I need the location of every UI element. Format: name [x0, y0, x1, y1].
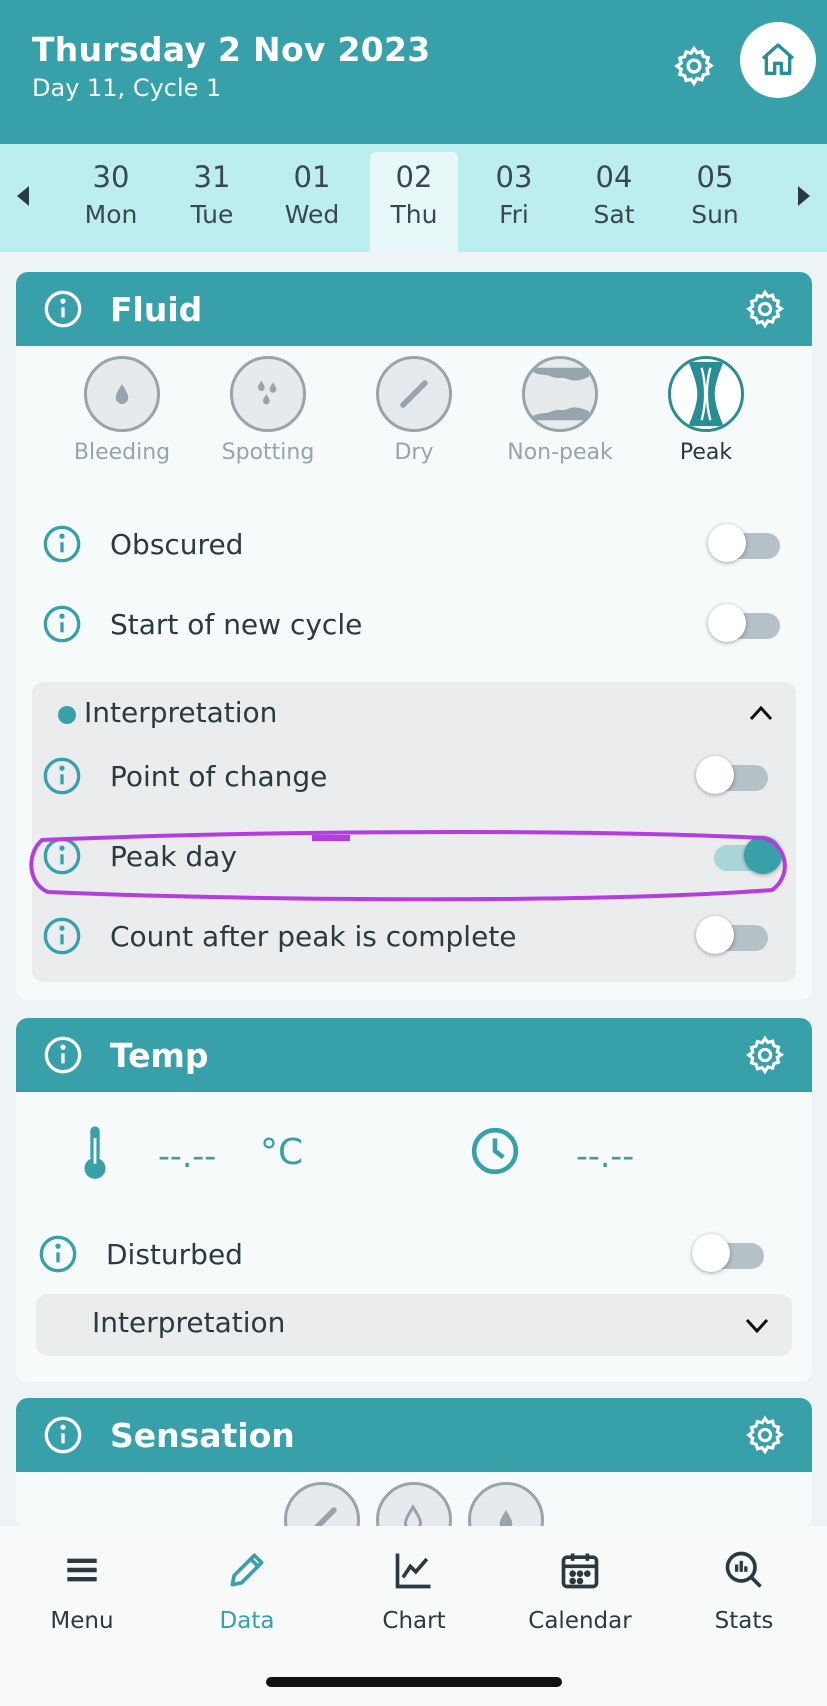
gear-icon[interactable]: [744, 288, 786, 330]
info-icon[interactable]: [42, 756, 82, 796]
info-icon[interactable]: [42, 524, 82, 564]
sensation-option-dry[interactable]: [284, 1482, 360, 1528]
new-cycle-label: Start of new cycle: [110, 608, 363, 641]
obscured-toggle[interactable]: [708, 524, 782, 562]
highlight-annotation: [29, 830, 787, 902]
home-indicator: [266, 1677, 562, 1687]
fluid-options: Bleeding Spotting Dry Non-peak Peak: [16, 346, 812, 486]
calendar-icon: [561, 1553, 599, 1589]
temp-interpretation-panel[interactable]: Interpretation: [36, 1294, 792, 1356]
app-header: Thursday 2 Nov 2023 Day 11, Cycle 1: [0, 0, 827, 144]
day-item[interactable]: 01 Wed: [268, 152, 356, 252]
temp-entry-row: --.-- °C --.--: [16, 1092, 812, 1222]
peak-icon: [688, 361, 724, 427]
thermometer-icon: [84, 1126, 106, 1179]
drop-icon: [115, 384, 129, 404]
prev-week-arrow[interactable]: [17, 186, 29, 206]
temp-value[interactable]: --.--: [158, 1136, 216, 1175]
nav-calendar[interactable]: Calendar: [510, 1548, 650, 1634]
day-item[interactable]: 31 Tue: [168, 152, 256, 252]
chart-icon: [395, 1553, 431, 1589]
fluid-option-non-peak[interactable]: Non-peak: [490, 356, 630, 465]
fluid-option-peak[interactable]: Peak: [636, 356, 776, 465]
day-item[interactable]: 30 Mon: [67, 152, 155, 252]
fluid-card-header: Fluid: [16, 272, 812, 346]
drop-icon: [499, 1510, 513, 1528]
temp-card: Temp --.-- °C --.-- Disturbed Interpreta…: [16, 1018, 812, 1382]
point-of-change-toggle[interactable]: [696, 756, 770, 794]
menu-icon: [67, 1558, 97, 1582]
fluid-option-dry[interactable]: Dry: [344, 356, 484, 465]
clock-icon: [471, 1127, 519, 1175]
drop-outline-icon: [403, 1504, 423, 1528]
cycle-subtitle: Day 11, Cycle 1: [32, 74, 222, 102]
nav-chart[interactable]: Chart: [344, 1548, 484, 1634]
obscured-label: Obscured: [110, 528, 244, 561]
home-button[interactable]: [740, 22, 816, 98]
fluid-title: Fluid: [110, 290, 203, 329]
sensation-title: Sensation: [110, 1416, 295, 1455]
info-icon[interactable]: [42, 604, 82, 644]
interpretation-label: Interpretation: [84, 696, 278, 729]
sensation-card: Sensation: [16, 1398, 812, 1528]
count-after-peak-label: Count after peak is complete: [110, 920, 517, 953]
chevron-up-icon[interactable]: [748, 704, 774, 722]
temp-unit: °C: [260, 1132, 304, 1173]
obscured-row: Obscured: [16, 514, 812, 574]
new-cycle-row: Start of new cycle: [16, 594, 812, 654]
disturbed-row: Disturbed: [16, 1224, 812, 1284]
day-item-selected[interactable]: 02 Thu: [370, 152, 458, 252]
info-icon[interactable]: [43, 1415, 83, 1455]
next-week-arrow[interactable]: [798, 186, 810, 206]
interpretation-header[interactable]: Interpretation: [32, 682, 796, 742]
chevron-down-icon[interactable]: [744, 1316, 770, 1334]
gear-icon[interactable]: [744, 1034, 786, 1076]
sensation-option-wet[interactable]: [468, 1482, 544, 1528]
sensation-card-header: Sensation: [16, 1398, 812, 1472]
gear-icon[interactable]: [744, 1414, 786, 1456]
point-of-change-label: Point of change: [110, 760, 328, 793]
fluid-option-bleeding[interactable]: Bleeding: [52, 356, 192, 465]
disturbed-toggle[interactable]: [692, 1234, 766, 1272]
spots-icon: [258, 380, 277, 405]
sensation-option-damp[interactable]: [376, 1482, 452, 1528]
slash-icon: [400, 380, 428, 408]
day-item[interactable]: 04 Sat: [570, 152, 658, 252]
point-of-change-row: Point of change: [32, 746, 796, 806]
stats-search-icon: [725, 1551, 762, 1588]
temp-interpretation-label: Interpretation: [92, 1306, 286, 1339]
gear-icon[interactable]: [672, 44, 716, 88]
pencil-icon: [230, 1553, 264, 1587]
fluid-option-spotting[interactable]: Spotting: [198, 356, 338, 465]
page-title: Thursday 2 Nov 2023: [32, 30, 431, 69]
nav-stats[interactable]: Stats: [674, 1548, 814, 1634]
info-icon[interactable]: [43, 289, 83, 329]
disturbed-label: Disturbed: [106, 1238, 243, 1271]
info-icon[interactable]: [42, 916, 82, 956]
info-icon[interactable]: [43, 1035, 83, 1075]
new-cycle-toggle[interactable]: [708, 604, 782, 642]
status-dot: [58, 706, 76, 724]
temp-card-header: Temp: [16, 1018, 812, 1092]
temp-title: Temp: [110, 1036, 209, 1075]
nonpeak-icon: [530, 367, 590, 421]
day-item[interactable]: 05 Sun: [671, 152, 759, 252]
day-item[interactable]: 03 Fri: [470, 152, 558, 252]
slash-icon: [312, 1507, 337, 1528]
count-after-peak-row: Count after peak is complete: [32, 906, 796, 966]
temp-time[interactable]: --.--: [576, 1136, 634, 1175]
count-after-peak-toggle[interactable]: [696, 916, 770, 954]
nav-data[interactable]: Data: [177, 1548, 317, 1634]
info-icon[interactable]: [38, 1234, 78, 1274]
home-icon: [761, 43, 795, 76]
nav-menu[interactable]: Menu: [12, 1548, 152, 1634]
day-strip: 30 Mon 31 Tue 01 Wed 02 Thu 03 Fri 04 Sa…: [0, 144, 827, 252]
